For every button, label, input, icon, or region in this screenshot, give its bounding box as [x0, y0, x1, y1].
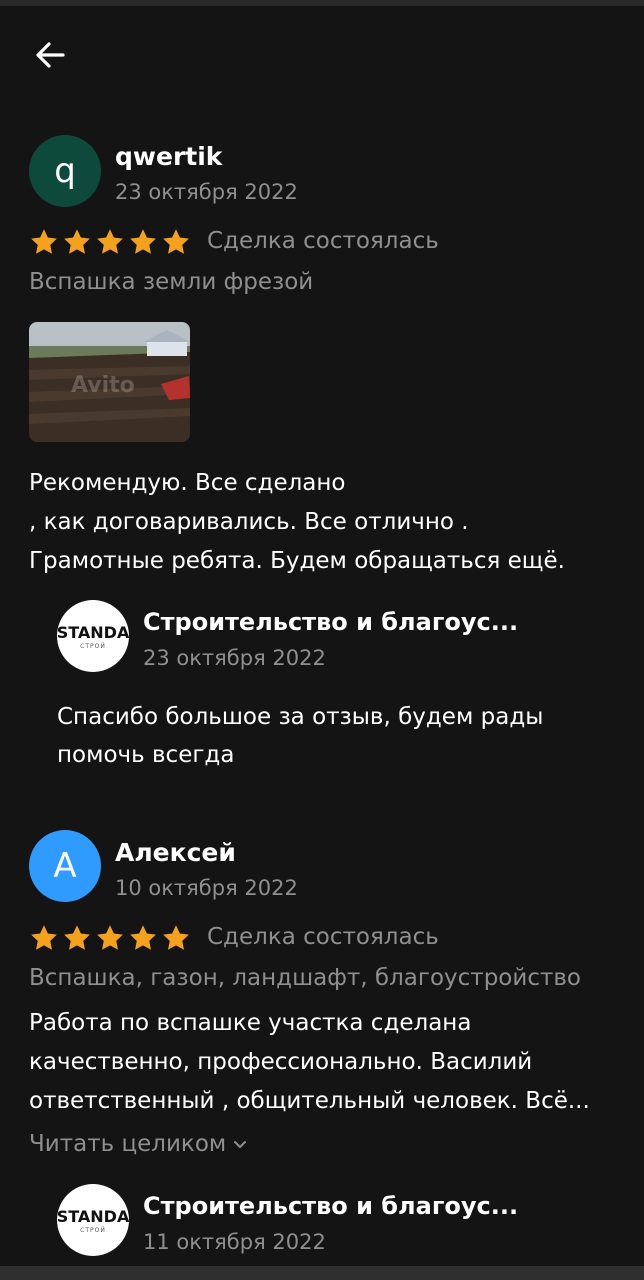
star-icon: [130, 229, 156, 254]
review-text-line: , как договаривались. Все отлично .: [29, 509, 469, 535]
seller-name[interactable]: Строительство и благоус...: [143, 608, 518, 636]
seller-logo[interactable]: STANDA СТРОЙ: [57, 1184, 129, 1256]
read-more-link[interactable]: Читать целиком: [29, 1131, 248, 1157]
review-text: Рекомендую. Все сделано , как договарива…: [29, 464, 619, 581]
star-icon: [97, 229, 123, 254]
avatar-initial: q: [54, 151, 76, 191]
review-text-line: Работа по вспашке участка сделана: [29, 1010, 472, 1036]
review-text-line: качественно, профессионально. Василий: [29, 1049, 533, 1075]
review-text: Работа по вспашке участка сделана качест…: [29, 1004, 629, 1121]
review-photo[interactable]: Avito: [29, 322, 190, 442]
review-text-line: Грамотные ребята. Будем обращаться ещё.: [29, 548, 565, 574]
reply-date: 23 октября 2022: [143, 646, 326, 670]
logo-subtext: СТРОЙ: [80, 642, 106, 650]
rating-stars: [29, 227, 191, 257]
star-icon: [97, 925, 123, 950]
review-date: 23 октября 2022: [115, 180, 298, 204]
avatar-initial: А: [53, 846, 77, 886]
rating-stars: [29, 923, 191, 953]
reply-text-line: Спасибо большое за отзыв, будем рады: [57, 704, 544, 730]
logo-text: STANDA: [57, 622, 129, 642]
service-name: Вспашка земли фрезой: [29, 269, 314, 295]
service-name: Вспашка, газон, ландшафт, благоустройств…: [29, 965, 581, 991]
arrow-left-icon: [36, 42, 65, 68]
logo-text: STANDA: [57, 1206, 129, 1226]
field-photo-image: Avito: [29, 322, 190, 442]
review-text-line: Рекомендую. Все сделано: [29, 470, 346, 496]
star-icon: [163, 229, 189, 254]
star-icon: [130, 925, 156, 950]
review-author[interactable]: Алексей: [115, 838, 236, 867]
star-icon: [64, 229, 90, 254]
reply-text-line: помочь всегда: [57, 742, 235, 768]
deal-status: Сделка состоялась: [207, 228, 439, 254]
star-icon: [31, 925, 57, 950]
star-icon: [163, 925, 189, 950]
star-icon: [64, 925, 90, 950]
back-button[interactable]: [30, 36, 70, 76]
avatar[interactable]: А: [29, 830, 101, 902]
review-date: 10 октября 2022: [115, 876, 298, 900]
reply-date: 11 октября 2022: [143, 1230, 326, 1254]
logo-subtext: СТРОЙ: [80, 1226, 106, 1234]
avatar[interactable]: q: [29, 135, 101, 207]
review-text-line: ответственный , общительный человек. Всё…: [29, 1088, 590, 1114]
deal-status: Сделка состоялась: [207, 924, 439, 950]
read-more-label: Читать целиком: [29, 1131, 227, 1157]
status-bar-strip: [0, 0, 644, 6]
seller-logo[interactable]: STANDA СТРОЙ: [57, 600, 129, 672]
star-icon: [31, 229, 57, 254]
chevron-down-icon: [234, 1141, 247, 1148]
reply-text: Спасибо большое за отзыв, будем рады пом…: [57, 698, 617, 774]
photo-watermark: Avito: [71, 373, 135, 398]
seller-name[interactable]: Строительство и благоус...: [143, 1192, 518, 1220]
review-author[interactable]: qwertik: [115, 142, 222, 171]
bottom-edge-strip: [0, 1266, 644, 1280]
